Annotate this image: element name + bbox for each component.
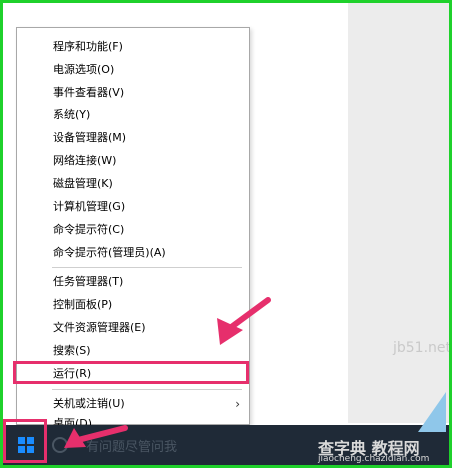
arrow-to-start-icon (64, 425, 128, 448)
arrow-to-run-icon (217, 297, 271, 345)
watermark-site: jb51.net (393, 340, 452, 356)
watermark-decoration (418, 392, 446, 432)
watermark-url: jiaocheng.chazidian.com (318, 454, 430, 464)
annotation-arrows (64, 297, 271, 448)
